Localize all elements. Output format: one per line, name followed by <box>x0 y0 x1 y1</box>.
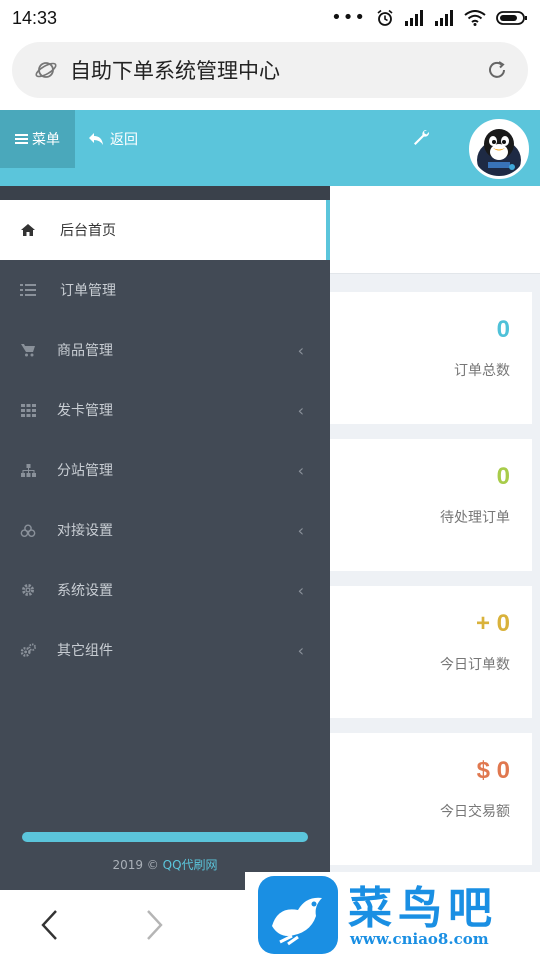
content-header-area <box>330 186 540 274</box>
sidebar-item-substations[interactable]: 分站管理 ‹ <box>0 440 330 500</box>
wifi-icon <box>464 10 486 26</box>
sidebar-item-label: 后台首页 <box>60 223 116 239</box>
sidebar-footer: 2019 © QQ代刷网 <box>0 856 330 873</box>
sidebar-item-cards[interactable]: 发卡管理 ‹ <box>0 380 330 440</box>
signal-icon <box>405 10 423 26</box>
hamburger-icon <box>15 134 28 144</box>
stat-card-total-orders: 0 订单总数 <box>330 292 532 424</box>
menu-label: 菜单 <box>32 132 60 148</box>
stat-card-today-revenue: $ 0 今日交易额 <box>330 733 532 865</box>
status-icons: ••• <box>331 9 528 27</box>
stat-value: 0 <box>496 463 510 490</box>
page-title: 自助下单系统管理中心 <box>70 59 280 83</box>
reload-icon[interactable] <box>486 59 508 81</box>
status-bar: 14:33 ••• <box>0 0 540 36</box>
sidebar-item-label: 发卡管理 <box>57 403 113 419</box>
footer-year: 2019 © <box>112 858 159 872</box>
sidebar-item-products[interactable]: 商品管理 ‹ <box>0 320 330 380</box>
wrench-icon[interactable] <box>412 128 430 146</box>
sidebar-progress-bar <box>22 832 308 842</box>
sidebar-item-integration[interactable]: 对接设置 ‹ <box>0 500 330 560</box>
back-button[interactable]: 返回 <box>88 110 138 168</box>
stat-card-pending-orders: 0 待处理订单 <box>330 439 532 571</box>
signal-icon-2 <box>435 10 453 26</box>
stat-value: $ 0 <box>476 757 510 784</box>
sidebar-top-strip <box>0 186 330 200</box>
sitemap-icon <box>20 462 36 478</box>
cart-icon <box>20 342 36 358</box>
stat-value: 0 <box>496 316 510 343</box>
active-indicator <box>326 200 330 260</box>
forward-arrow-icon[interactable] <box>144 908 166 942</box>
planet-icon <box>35 62 57 78</box>
status-time: 14:33 <box>12 7 58 28</box>
battery-icon <box>496 11 527 25</box>
stat-value: + 0 <box>475 610 510 637</box>
stat-label: 待处理订单 <box>440 510 510 526</box>
penguin-avatar-image <box>472 122 526 176</box>
alarm-icon <box>377 9 393 26</box>
stat-label: 今日交易额 <box>440 804 510 820</box>
chevron-left-icon: ‹ <box>297 580 304 600</box>
chevron-left-icon: ‹ <box>297 400 304 420</box>
address-bar[interactable]: 自助下单系统管理中心 <box>12 42 528 98</box>
watermark-url: www.cniao8.com <box>350 930 489 948</box>
back-label: 返回 <box>110 132 138 148</box>
chevron-left-icon: ‹ <box>297 460 304 480</box>
chevron-left-icon: ‹ <box>297 640 304 660</box>
browser-toolbar: 自助下单系统管理中心 <box>0 36 540 110</box>
gear-icon <box>20 582 36 598</box>
gears-icon <box>20 642 36 658</box>
sidebar-item-label: 分站管理 <box>57 463 113 479</box>
sidebar-item-label: 其它组件 <box>57 643 113 659</box>
sidebar-item-label: 订单管理 <box>60 283 116 299</box>
stat-card-today-orders: + 0 今日订单数 <box>330 586 532 718</box>
app-header: 菜单 返回 <box>0 110 540 186</box>
reply-icon <box>89 133 103 145</box>
sidebar-item-orders[interactable]: 订单管理 <box>0 260 330 320</box>
menu-button[interactable]: 菜单 <box>0 110 75 168</box>
sidebar-item-settings[interactable]: 系统设置 ‹ <box>0 560 330 620</box>
list-icon <box>20 282 36 298</box>
watermark: 菜鸟吧 www.cniao8.com <box>245 872 540 960</box>
back-arrow-icon[interactable] <box>38 908 60 942</box>
stat-label: 今日订单数 <box>440 657 510 673</box>
grid-icon <box>20 402 36 418</box>
cubes-icon <box>20 522 36 538</box>
stat-label: 订单总数 <box>454 363 510 379</box>
sidebar: 后台首页 订单管理 商品管理 ‹ 发卡管理 ‹ 分站管理 ‹ 对接设置 ‹ 系统… <box>0 186 330 890</box>
footer-link[interactable]: QQ代刷网 <box>163 858 218 872</box>
avatar[interactable] <box>469 119 529 179</box>
sidebar-item-label: 系统设置 <box>57 583 113 599</box>
chevron-left-icon: ‹ <box>297 340 304 360</box>
sidebar-item-label: 商品管理 <box>57 343 113 359</box>
sidebar-item-dashboard[interactable]: 后台首页 <box>0 200 330 260</box>
sidebar-item-label: 对接设置 <box>57 523 113 539</box>
bird-logo-icon <box>258 876 338 954</box>
sidebar-item-components[interactable]: 其它组件 ‹ <box>0 620 330 680</box>
home-icon <box>20 222 36 238</box>
chevron-left-icon: ‹ <box>297 520 304 540</box>
notification-dots: ••• <box>331 7 366 28</box>
watermark-title: 菜鸟吧 <box>348 883 498 934</box>
